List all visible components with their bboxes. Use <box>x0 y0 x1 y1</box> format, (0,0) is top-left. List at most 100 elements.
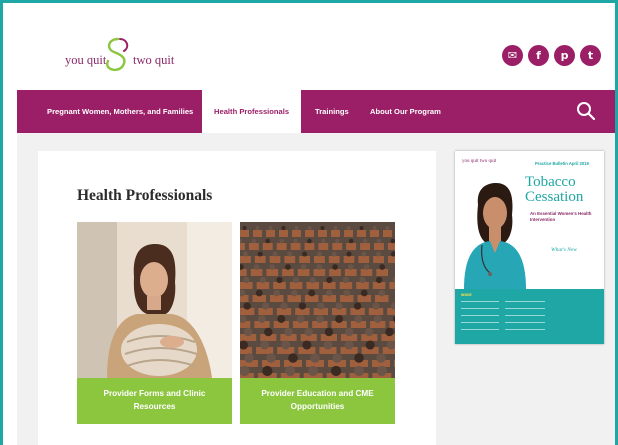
attendee-head <box>344 340 354 350</box>
attendee-head <box>296 315 305 323</box>
bulletin-band <box>455 289 604 344</box>
attendee-head <box>317 302 325 310</box>
attendee-head <box>353 365 365 377</box>
attendee-head <box>324 327 334 337</box>
seat <box>318 243 329 250</box>
attendee-head <box>360 289 368 297</box>
attendee-head <box>335 302 343 310</box>
attendee-head <box>257 315 266 323</box>
nurse-photo <box>464 183 526 289</box>
site-logo[interactable]: you quit two quit <box>60 33 190 79</box>
attendee-head <box>269 264 276 270</box>
attendee-head <box>280 302 288 310</box>
attendee-head <box>287 251 293 257</box>
attendee-head <box>251 238 257 244</box>
search-icon[interactable] <box>576 101 596 121</box>
seat <box>253 230 262 237</box>
bulletin-title: Tobacco Cessation <box>525 175 583 205</box>
seat <box>304 243 315 250</box>
seat <box>318 230 327 237</box>
attendee-head <box>264 327 273 337</box>
site-header: you quit two quit ✉ f p t <box>17 5 615 90</box>
attendee-head <box>321 238 326 244</box>
seat <box>389 321 395 328</box>
attendee-head <box>302 251 308 257</box>
attendee-head <box>277 315 286 323</box>
seat <box>279 230 288 237</box>
seat <box>329 269 341 276</box>
seat <box>299 256 310 263</box>
attendee-head <box>244 353 254 363</box>
seat <box>357 230 366 237</box>
seat <box>388 256 395 263</box>
attendee-head <box>253 264 260 270</box>
seat <box>360 243 370 250</box>
seat <box>332 243 343 250</box>
seat <box>262 243 273 250</box>
bulletin-logo: you quit two quit <box>462 159 497 164</box>
bulletin-toc-line <box>461 315 499 316</box>
attendee-head <box>343 289 351 297</box>
pregnant-woman-photo <box>77 222 232 378</box>
seat <box>389 282 395 289</box>
pinterest-icon[interactable]: p <box>554 45 575 66</box>
nav-item-health-professionals[interactable]: Health Professionals <box>202 90 302 133</box>
attendee-head <box>365 340 375 350</box>
attendee-head <box>259 276 267 284</box>
attendee-head <box>243 327 253 337</box>
seat <box>276 243 287 250</box>
bulletin-title-line2: Cessation <box>525 189 584 205</box>
seat <box>266 230 275 237</box>
mail-icon[interactable]: ✉ <box>502 45 523 66</box>
seat <box>240 256 251 263</box>
seat <box>240 230 249 237</box>
attendee-head <box>308 365 319 377</box>
attendee-head <box>285 365 296 377</box>
attendee-head <box>243 276 250 284</box>
tile-caption: Provider Education and CME Opportunities <box>240 378 395 424</box>
bulletin-toc-line <box>461 308 499 309</box>
attendee-head <box>315 315 324 323</box>
bulletin-inside-label: INSIDE <box>461 293 472 297</box>
twitter-icon[interactable]: t <box>580 45 601 66</box>
bulletin-subtitle: An Essential Women's Health Intervention <box>530 211 592 222</box>
attendee-head <box>320 226 325 230</box>
attendee-head <box>300 264 307 270</box>
attendee-head <box>307 226 312 230</box>
attendee-head <box>285 264 291 270</box>
attendee-head <box>353 302 362 310</box>
attendee-head <box>354 353 364 363</box>
seat <box>290 243 301 250</box>
bulletin-whats-new: What's New <box>551 247 578 253</box>
facebook-icon[interactable]: f <box>528 45 549 66</box>
nav-item-trainings[interactable]: Trainings <box>315 90 349 133</box>
bulletin-practice-label: Practice Bulletin April 2019 <box>535 161 589 166</box>
nav-item-pregnant-women[interactable]: Pregnant Women, Mothers, and Families <box>47 90 193 133</box>
seat <box>331 230 340 237</box>
attendee-head <box>373 315 382 323</box>
attendee-head <box>330 365 342 377</box>
attendee-head <box>359 276 366 284</box>
attendee-head <box>354 315 363 323</box>
attendee-head <box>361 251 367 257</box>
seat <box>394 360 395 367</box>
attendee-head <box>376 365 387 377</box>
attendee-head <box>294 226 299 230</box>
attendee-head <box>332 353 342 363</box>
nav-item-about-program[interactable]: About Our Program <box>370 90 441 133</box>
seat <box>240 243 245 250</box>
bulletin-toc-line <box>505 322 545 323</box>
attendee-head <box>242 226 247 230</box>
tile-provider-education[interactable]: Provider Education and CME Opportunities <box>240 222 395 424</box>
practice-bulletin-cover[interactable]: you quit two quit Practice Bulletin Apri… <box>455 151 604 344</box>
attendee-head <box>242 251 248 257</box>
attendee-head <box>273 289 281 297</box>
seat <box>313 269 326 276</box>
attendee-head <box>385 226 390 230</box>
attendee-head <box>281 340 291 350</box>
tile-provider-forms[interactable]: Provider Forms and Clinic Resources <box>77 222 232 424</box>
attendee-head <box>288 353 298 363</box>
attendee-head <box>385 327 394 337</box>
attendee-head <box>261 302 270 310</box>
bulletin-toc-line <box>461 301 499 302</box>
